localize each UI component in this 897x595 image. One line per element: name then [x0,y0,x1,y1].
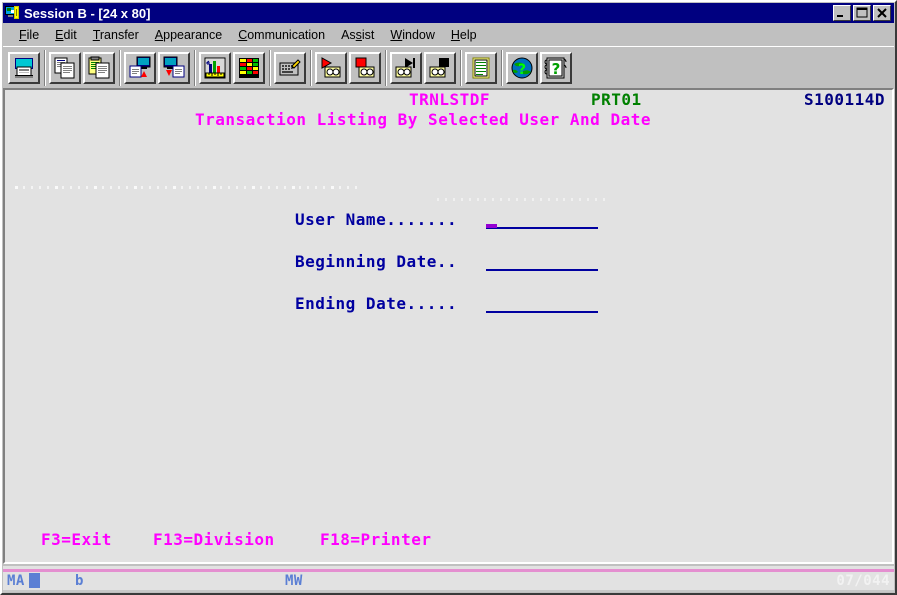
toolbar-group-data [199,51,265,84]
toolbar-separator [456,49,465,87]
toolbar: ? ? [3,46,894,88]
screen-title: Transaction Listing By Selected User And… [195,110,651,129]
chart-wizard-icon [204,57,226,78]
receive-from-host-icon [163,56,185,77]
toolbar-paste[interactable] [83,51,115,84]
toolbar-separator [381,49,390,87]
close-button[interactable] [873,5,891,21]
session-monitor-icon[interactable] [5,5,21,21]
menu-appearance[interactable]: Appearance [147,27,230,43]
toolbar-separator [497,49,506,87]
keyboard-setup-icon [279,58,301,75]
toolbar-separator [306,49,315,87]
minimize-button[interactable] [833,5,851,21]
stop-record-icon [355,57,375,77]
toolbar-separator [115,49,124,87]
terminal-screen[interactable]: TRNLSTDF PRT01 S100114D Transaction List… [5,90,892,562]
window-title: Session B - [24 x 80] [24,5,151,21]
toolbar-separator [265,49,274,87]
toolbar-spreadsheet[interactable] [233,51,265,84]
toolbar-group-keyboard [274,51,306,84]
menu-transfer[interactable]: Transfer [85,27,147,43]
toolbar-web-help[interactable]: ? [506,51,538,84]
program-id: TRNLSTDF [409,90,491,109]
toolbar-group-notes [465,51,497,84]
oia-input-indicator: b [75,573,84,589]
ending-date-label: Ending Date..... [295,294,458,313]
menu-communication[interactable]: Communication [230,27,333,43]
column-ruler [15,186,357,190]
toolbar-copy[interactable] [49,51,81,84]
toolbar-send[interactable] [124,51,156,84]
status-bar-edge [3,590,894,592]
toolbar-separator [190,49,199,87]
printer-id: PRT01 [591,90,642,109]
clipboard-icon [472,57,490,78]
title-bar[interactable]: Session B - [24 x 80] [3,3,894,23]
index-help-icon: ? [544,57,567,78]
svg-text:?: ? [518,62,526,78]
toolbar-group-print [8,51,40,84]
toolbar-keyboard-setup[interactable] [274,51,306,84]
toolbar-index-help[interactable]: ? [540,51,572,84]
toolbar-group-clipboard [49,51,115,84]
toolbar-receive[interactable] [158,51,190,84]
function-key-division[interactable]: F13=Division [153,530,275,549]
oia-mode-indicator: MW [285,573,303,589]
globe-help-icon: ? [511,57,533,78]
beginning-date-input[interactable] [486,269,598,271]
menu-file[interactable]: File [11,27,47,43]
toolbar-chart-wizard[interactable] [199,51,231,84]
menu-help[interactable]: Help [443,27,485,43]
record-macro-icon [321,56,341,77]
column-ruler-secondary [437,198,617,202]
print-icon [15,57,33,78]
toolbar-separator [40,49,49,87]
toolbar-print[interactable] [8,51,40,84]
copy-icon [54,57,75,78]
paste-icon [88,56,110,78]
text-cursor [486,224,497,228]
window-controls [833,5,891,21]
toolbar-group-record [315,51,381,84]
stop-macro-icon [429,57,449,77]
menu-edit[interactable]: Edit [47,27,85,43]
ending-date-input[interactable] [486,311,598,313]
menu-bar: File Edit Transfer Appearance Communicat… [3,25,894,45]
status-bar: MA b MW 07/044 [3,566,894,592]
oia-cursor-highlight [29,573,40,588]
maximize-button[interactable] [853,5,871,21]
emulator-window: Session B - [24 x 80] File Edit Transfer… [0,0,897,595]
system-id: S100114D [804,90,886,109]
play-macro-icon [395,57,415,77]
user-name-label: User Name....... [295,210,458,229]
toolbar-group-transfer [124,51,190,84]
oia-cursor-position: 07/044 [836,573,890,589]
toolbar-stop-record[interactable] [349,51,381,84]
toolbar-group-play [390,51,456,84]
svg-text:?: ? [552,60,561,78]
menu-assist[interactable]: Assist [333,27,382,43]
send-to-host-icon [129,56,151,77]
toolbar-stop-macro[interactable] [424,51,456,84]
toolbar-clipboard[interactable] [465,51,497,84]
terminal-screen-border: TRNLSTDF PRT01 S100114D Transaction List… [3,88,894,564]
function-key-exit[interactable]: F3=Exit [41,530,112,549]
oia-separator-line [3,569,894,572]
toolbar-record-macro[interactable] [315,51,347,84]
oia-system-indicator: MA [7,573,25,589]
beginning-date-label: Beginning Date.. [295,252,458,271]
spreadsheet-icon [239,57,259,78]
toolbar-group-help: ? ? [506,51,572,84]
menu-window[interactable]: Window [382,27,442,43]
toolbar-play-macro[interactable] [390,51,422,84]
function-key-printer[interactable]: F18=Printer [320,530,431,549]
user-name-input[interactable] [486,227,598,229]
